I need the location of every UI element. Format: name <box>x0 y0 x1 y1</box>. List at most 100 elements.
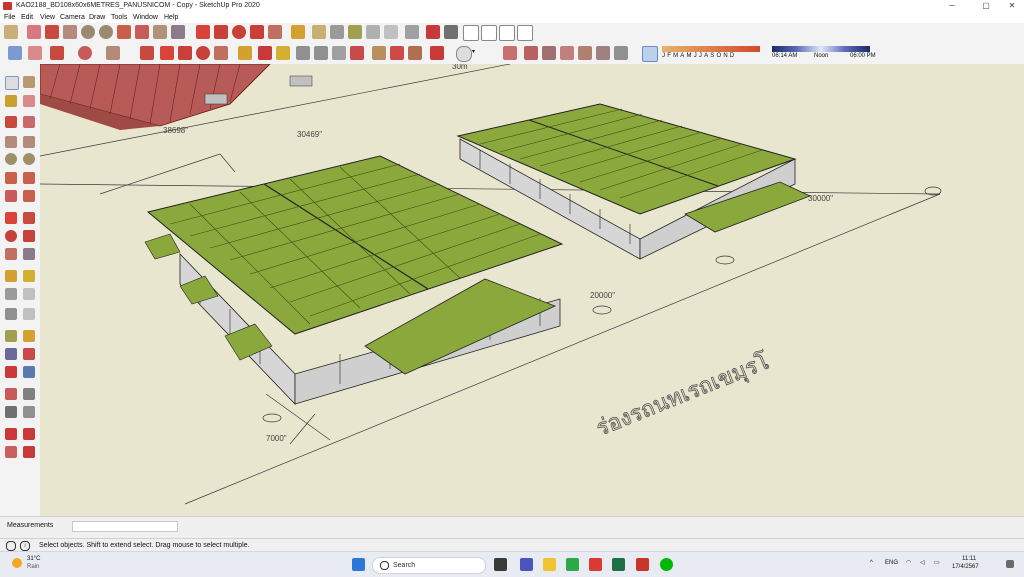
extension-left-icon[interactable] <box>5 446 17 458</box>
arc-tool-icon[interactable] <box>78 46 92 60</box>
tray-chevron-icon[interactable]: ^ <box>870 560 873 566</box>
extension-tool-icon[interactable] <box>408 46 422 60</box>
3dtext-icon[interactable] <box>384 25 398 39</box>
sandbox-flip-icon[interactable] <box>596 46 610 60</box>
teams-icon[interactable] <box>520 558 533 571</box>
sandbox-icon[interactable] <box>503 46 517 60</box>
geo-icon[interactable]: i <box>20 541 30 551</box>
excel-icon[interactable] <box>612 558 625 571</box>
dim-tool-icon[interactable] <box>276 46 290 60</box>
time-slider-bar[interactable] <box>772 46 870 52</box>
red-building[interactable] <box>40 64 313 130</box>
eraser-tool-icon[interactable] <box>28 46 42 60</box>
user-icon[interactable] <box>456 46 472 62</box>
circle-icon[interactable] <box>81 25 95 39</box>
rotate-tool-icon[interactable] <box>196 46 210 60</box>
layout-icon[interactable] <box>517 25 533 41</box>
move-alt-icon[interactable] <box>214 25 228 39</box>
menu-camera[interactable]: Camera <box>60 12 85 23</box>
wifi-icon[interactable]: ◠ <box>906 559 911 566</box>
polygon-icon[interactable] <box>99 25 113 39</box>
move-tool-icon[interactable] <box>160 46 174 60</box>
share-left-icon[interactable] <box>23 428 35 440</box>
menu-file[interactable]: File <box>4 12 15 23</box>
arc2-left-icon[interactable] <box>23 172 35 184</box>
rotate-left-icon[interactable] <box>5 230 17 242</box>
thai-3d-text[interactable]: ร่องรถนทเรถเขมุรโ <box>592 348 773 442</box>
shadow-toggle-icon[interactable] <box>642 46 658 62</box>
menu-draw[interactable]: Draw <box>89 12 105 23</box>
menu-edit[interactable]: Edit <box>21 12 33 23</box>
pushpull-left-icon[interactable] <box>23 212 35 224</box>
orbit-tool-icon[interactable] <box>296 46 310 60</box>
protractor-icon[interactable] <box>330 25 344 39</box>
taskview-icon[interactable] <box>494 558 507 571</box>
pencil-icon[interactable] <box>45 25 59 39</box>
menu-help[interactable]: Help <box>164 12 178 23</box>
shape-tool-icon[interactable] <box>106 46 120 60</box>
house-icon[interactable] <box>481 25 497 41</box>
tape-left-icon[interactable] <box>5 270 17 282</box>
line-app-icon[interactable] <box>660 558 673 571</box>
warehouse-icon[interactable] <box>426 25 440 39</box>
paint-tool-icon[interactable] <box>258 46 272 60</box>
start-icon[interactable] <box>352 558 365 571</box>
arc-left-icon[interactable] <box>5 172 17 184</box>
clock-date[interactable]: 17/4/2567 <box>952 564 979 570</box>
user-dropdown-icon[interactable]: ▾ <box>472 48 475 55</box>
scale-left-icon[interactable] <box>5 248 17 260</box>
polygon-left-icon[interactable] <box>23 153 35 165</box>
arc3-left-icon[interactable] <box>5 190 17 202</box>
info-icon[interactable] <box>6 541 16 551</box>
zoomext-left-icon[interactable] <box>5 366 17 378</box>
close-button[interactable]: ✕ <box>1000 0 1024 12</box>
walk-icon[interactable] <box>5 406 17 418</box>
model-canvas[interactable]: 38698" 30469" 30m 30000" 20000" 7000" ร่… <box>40 64 1024 516</box>
move-copy-icon[interactable] <box>178 46 192 60</box>
move-icon[interactable] <box>196 25 210 39</box>
warehouse-front[interactable] <box>144 155 564 405</box>
home-icon[interactable] <box>463 25 479 41</box>
component-icon[interactable] <box>23 76 35 88</box>
protractor-left-icon[interactable] <box>5 288 17 300</box>
scale-tool-icon[interactable] <box>214 46 228 60</box>
xbox-icon[interactable] <box>566 558 579 571</box>
dim-left-icon[interactable] <box>23 270 35 282</box>
freehand-left-icon[interactable] <box>23 116 35 128</box>
month-slider-bar[interactable] <box>662 46 760 52</box>
rotate-icon[interactable] <box>232 25 246 39</box>
offset-icon[interactable] <box>171 25 185 39</box>
pushpull-tool-icon[interactable] <box>140 46 154 60</box>
position-camera-icon[interactable] <box>5 388 17 400</box>
scale-icon[interactable] <box>268 25 282 39</box>
sandbox-stamp-icon[interactable] <box>542 46 556 60</box>
battery-icon[interactable]: ▭ <box>934 559 940 566</box>
followme-left-icon[interactable] <box>23 230 35 242</box>
warehouse-left-icon[interactable] <box>5 428 17 440</box>
warehouse-tool-icon[interactable] <box>372 46 386 60</box>
orbit-icon[interactable] <box>405 25 419 39</box>
zoom-tool-icon[interactable] <box>332 46 346 60</box>
sandbox-edge-icon[interactable] <box>614 46 628 60</box>
extension-icon[interactable] <box>444 25 458 39</box>
rot-rect-left-icon[interactable] <box>23 136 35 148</box>
ruby-left-icon[interactable] <box>23 446 35 458</box>
acrobat-icon[interactable] <box>589 558 602 571</box>
select-icon[interactable] <box>4 25 18 39</box>
component-tool-icon[interactable] <box>390 46 404 60</box>
dimension-icon[interactable] <box>312 25 326 39</box>
pushpull-icon[interactable] <box>153 25 167 39</box>
language-indicator[interactable]: ENG <box>885 560 898 566</box>
explorer-icon[interactable] <box>543 558 556 571</box>
zoomwin-left-icon[interactable] <box>23 348 35 360</box>
tape-icon[interactable] <box>291 25 305 39</box>
clock-time[interactable]: 11:11 <box>962 556 976 562</box>
measurements-input[interactable] <box>72 521 178 532</box>
axes-left-icon[interactable] <box>5 308 17 320</box>
sandbox-drape-icon[interactable] <box>560 46 574 60</box>
select-tool-icon[interactable] <box>8 46 22 60</box>
taskbar-search[interactable]: Search <box>372 557 486 574</box>
pan-tool-icon[interactable] <box>314 46 328 60</box>
3dtext-left-icon[interactable] <box>23 308 35 320</box>
pan-left-icon[interactable] <box>23 330 35 342</box>
